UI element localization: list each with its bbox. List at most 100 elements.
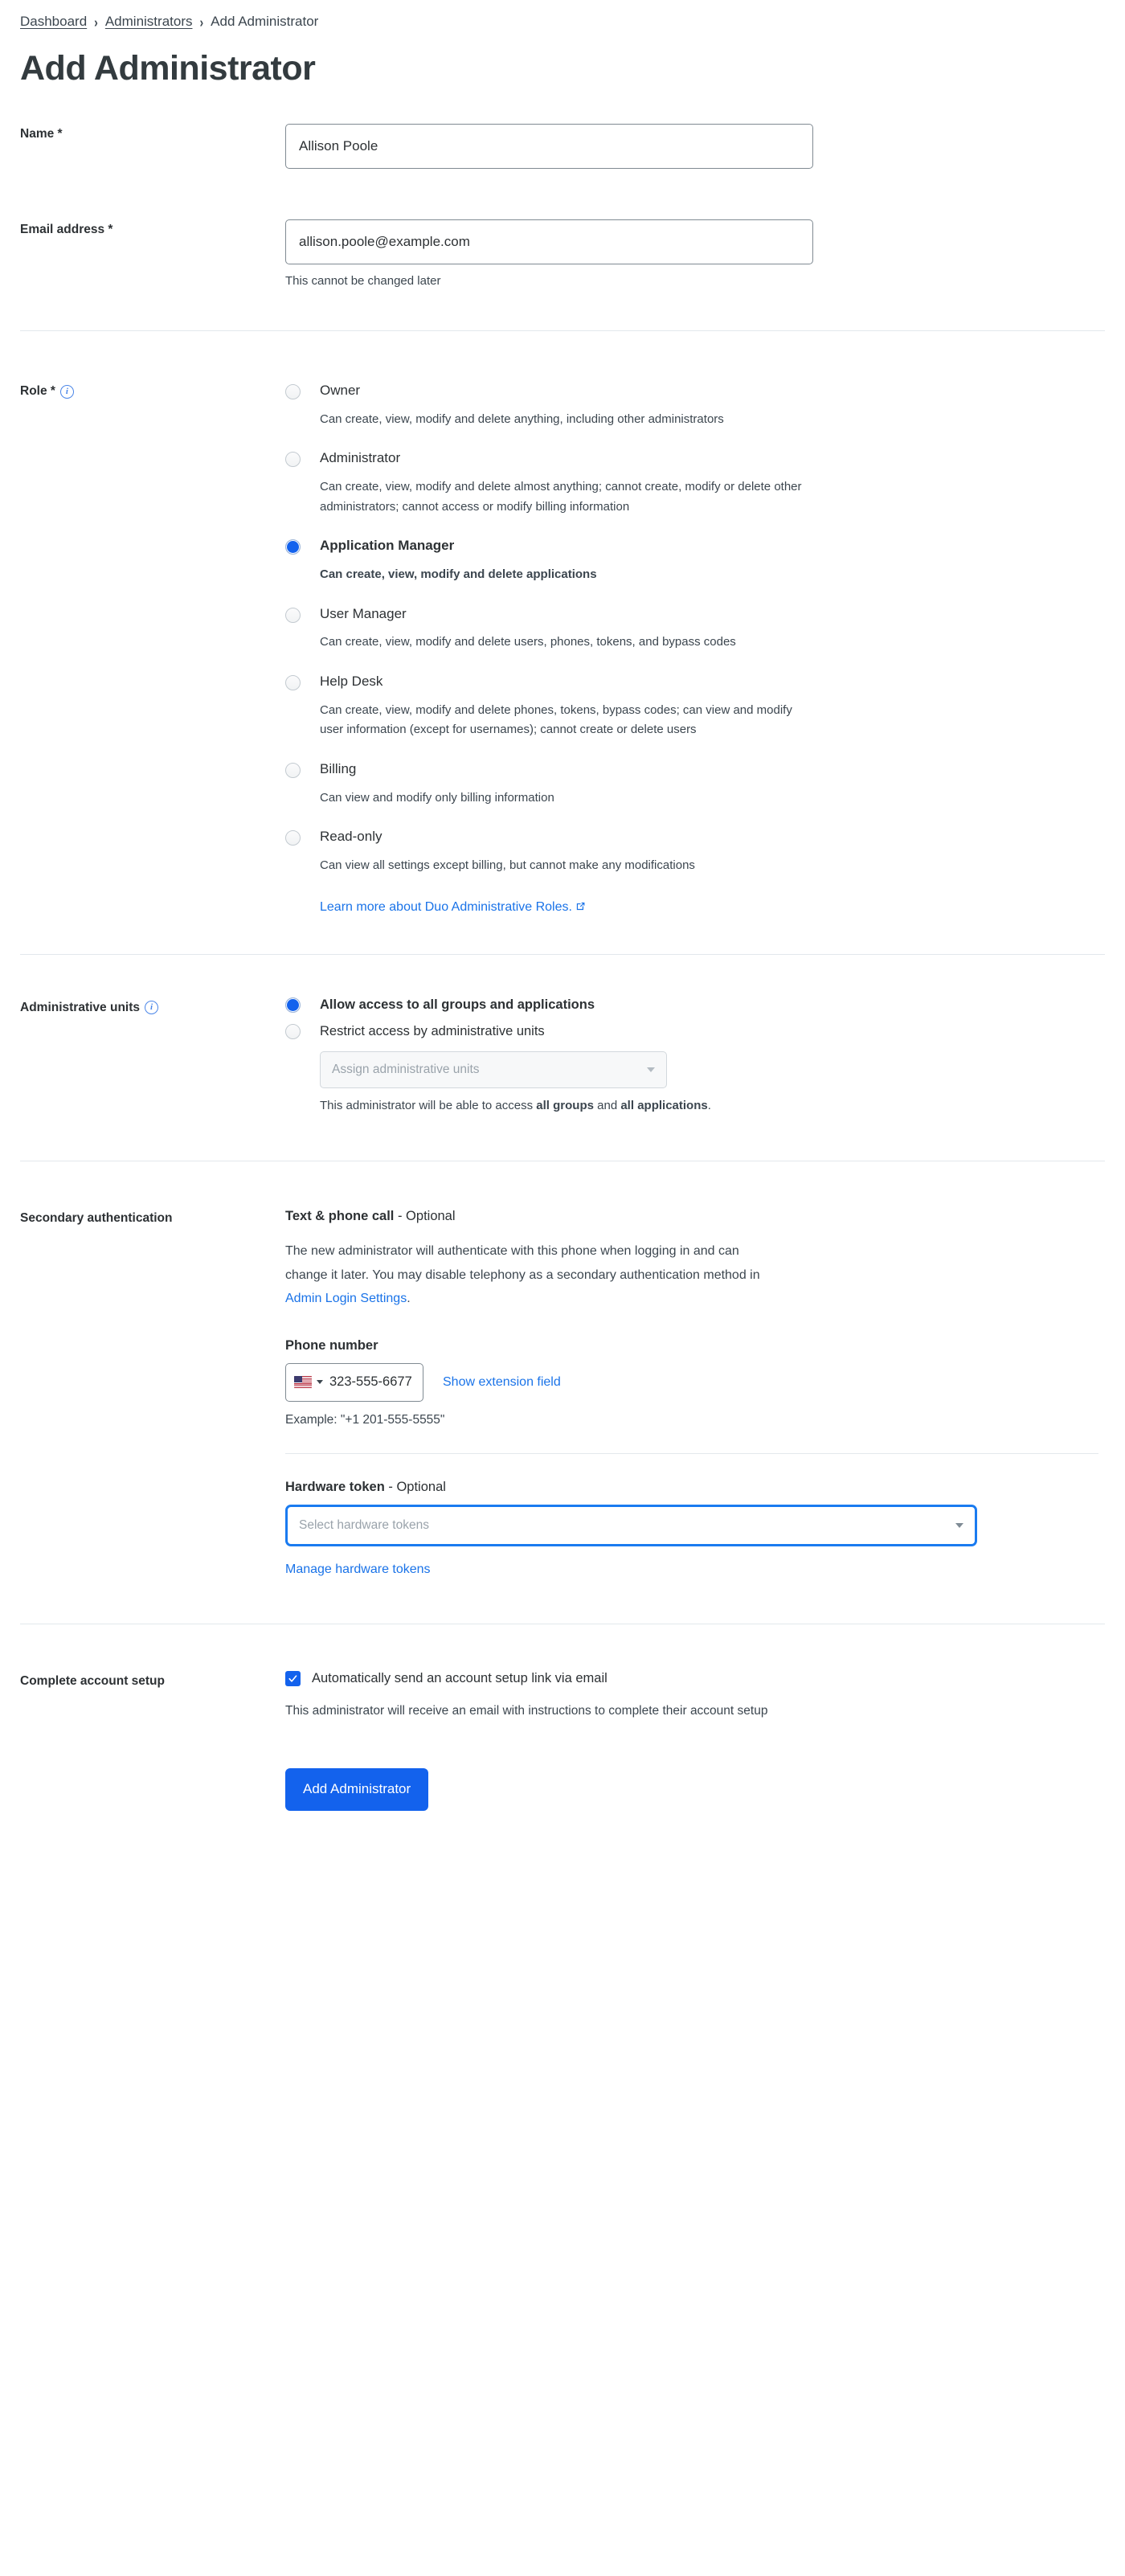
role-row: Role * i Owner Can create, view, modify … [20,381,1105,915]
radio-icon[interactable] [285,1023,301,1039]
radio-icon-selected[interactable] [285,997,301,1013]
secondary-auth-method-heading: Text & phone call - Optional [285,1208,1105,1225]
breadcrumb-item-administrators[interactable]: Administrators [105,14,193,28]
submit-spacer [20,1768,285,1771]
administrative-units-section: Administrative units i Allow access to a… [20,997,1105,1112]
breadcrumb-item-dashboard[interactable]: Dashboard [20,14,87,28]
radio-icon-selected[interactable] [285,539,301,555]
phone-number-row: 323-555-6677 Show extension field [285,1362,1105,1402]
chevron-down-icon[interactable] [317,1380,323,1385]
phone-number-block: Phone number 323-555-6677 Show extension… [285,1338,1105,1427]
hardware-token-select[interactable]: Select hardware tokens [285,1504,977,1546]
learn-more-roles-link[interactable]: Learn more about Duo Administrative Role… [320,900,586,914]
radio-icon[interactable] [285,675,301,691]
chevron-down-icon [955,1522,963,1528]
secondary-auth-description-part1: The new administrator will authenticate … [285,1244,760,1282]
role-option-body: Application Manager Can create, view, mo… [320,538,1105,584]
role-option-help-desk[interactable]: Help Desk Can create, view, modify and d… [285,674,1105,740]
email-section: Email address * allison.poole@example.co… [20,219,1105,288]
role-label-text: Role * [20,384,55,399]
admin-units-option-restrict[interactable]: Restrict access by administrative units [285,1023,1105,1039]
hardware-token-label-text: Hardware token [285,1479,385,1494]
administrative-units-options: Allow access to all groups and applicati… [285,997,1105,1112]
manage-hardware-tokens-link[interactable]: Manage hardware tokens [285,1562,431,1576]
complete-account-setup-section: Complete account setup Automatically sen… [20,1670,1105,1718]
complete-account-setup-description: This administrator will receive an email… [285,1703,768,1718]
auto-send-setup-link-row[interactable]: Automatically send an account setup link… [285,1670,1105,1686]
learn-more-roles-label: Learn more about Duo Administrative Role… [320,899,572,914]
add-administrator-button[interactable]: Add Administrator [285,1767,429,1811]
info-icon[interactable]: i [59,384,74,399]
inner-divider [285,1452,1098,1454]
role-option-description: Can view and modify only billing informa… [320,790,554,805]
name-label: Name * [20,127,63,141]
hardware-token-label: Hardware token - Optional [285,1480,1105,1495]
radio-icon[interactable] [285,384,301,400]
breadcrumb-separator-icon: › [94,13,98,30]
submit-wrap: Add Administrator [285,1767,1105,1811]
assign-units-wrap: Assign administrative units This adminis… [320,1050,1105,1112]
name-field-wrap: Allison Poole [285,124,1105,170]
role-option-body: Read-only Can view all settings except b… [320,829,1105,875]
role-option-administrator[interactable]: Administrator Can create, view, modify a… [285,450,1105,517]
secondary-authentication-content: Text & phone call - Optional The new adm… [285,1208,1105,1577]
assign-administrative-units-select[interactable]: Assign administrative units [320,1050,667,1088]
show-extension-field-link[interactable]: Show extension field [443,1375,561,1390]
role-option-title: Owner [320,383,361,399]
submit-row: Add Administrator [20,1767,1105,1811]
external-link-icon [575,901,586,915]
administrative-units-label: Administrative units i [20,997,285,1016]
role-option-title: Application Manager [320,538,455,554]
add-administrator-page: Dashboard › Administrators › Add Adminis… [0,0,1125,1859]
secondary-auth-method-optional: - Optional [394,1208,456,1223]
email-input[interactable]: allison.poole@example.com [285,219,813,265]
role-option-description: Can create, view, modify and delete almo… [320,479,802,514]
role-option-body: Help Desk Can create, view, modify and d… [320,674,1105,740]
info-icon[interactable]: i [145,1001,158,1015]
name-input[interactable]: Allison Poole [285,124,813,170]
complete-account-setup-row: Complete account setup Automatically sen… [20,1670,1105,1718]
role-option-title: Help Desk [320,674,383,690]
secondary-authentication-row: Secondary authentication Text & phone ca… [20,1208,1105,1577]
name-row: Name * Allison Poole [20,124,1105,170]
admin-units-note: This administrator will be able to acces… [320,1099,1105,1112]
submit-section: Add Administrator [20,1767,1105,1859]
assign-administrative-units-placeholder: Assign administrative units [332,1062,480,1076]
radio-icon[interactable] [285,607,301,623]
secondary-authentication-section: Secondary authentication Text & phone ca… [20,1208,1105,1577]
section-divider [20,330,1105,332]
radio-icon[interactable] [285,452,301,468]
admin-units-option-allow-all[interactable]: Allow access to all groups and applicati… [285,997,1105,1013]
role-option-billing[interactable]: Billing Can view and modify only billing… [285,761,1105,808]
email-field-wrap: allison.poole@example.com This cannot be… [285,219,1105,288]
role-option-description: Can create, view, modify and delete appl… [320,567,597,582]
hardware-token-block: Hardware token - Optional Select hardwar… [285,1480,1105,1577]
administrative-units-label-text: Administrative units [20,1000,140,1014]
administrative-units-row: Administrative units i Allow access to a… [20,997,1105,1112]
radio-icon[interactable] [285,763,301,779]
auto-send-setup-link-label: Automatically send an account setup link… [312,1670,608,1685]
role-label: Role * i [20,381,285,399]
checkbox-icon-checked[interactable] [285,1670,301,1686]
secondary-authentication-label: Secondary authentication [20,1210,173,1225]
role-option-title: Billing [320,761,357,777]
admin-login-settings-link[interactable]: Admin Login Settings [285,1292,407,1305]
role-option-read-only[interactable]: Read-only Can view all settings except b… [285,829,1105,875]
role-option-owner[interactable]: Owner Can create, view, modify and delet… [285,383,1105,429]
role-option-description: Can create, view, modify and delete anyt… [320,412,724,426]
role-option-application-manager[interactable]: Application Manager Can create, view, mo… [285,538,1105,584]
role-option-description: Can view all settings except billing, bu… [320,858,695,872]
breadcrumb-separator-icon: › [199,13,204,30]
secondary-auth-description: The new administrator will authenticate … [285,1239,767,1311]
phone-number-input[interactable]: 323-555-6677 [285,1362,423,1402]
role-option-body: User Manager Can create, view, modify an… [320,606,1105,653]
admin-units-note-bold-groups: all groups [536,1098,594,1112]
radio-icon[interactable] [285,830,301,846]
role-option-description: Can create, view, modify and delete phon… [320,702,792,737]
admin-units-note-bold-applications: all applications [620,1098,708,1112]
role-section: Role * i Owner Can create, view, modify … [20,381,1105,915]
role-option-user-manager[interactable]: User Manager Can create, view, modify an… [285,606,1105,653]
admin-units-note-prefix: This administrator will be able to acces… [320,1098,537,1112]
page-title: Add Administrator [20,49,316,88]
role-option-title: Administrator [320,450,401,466]
